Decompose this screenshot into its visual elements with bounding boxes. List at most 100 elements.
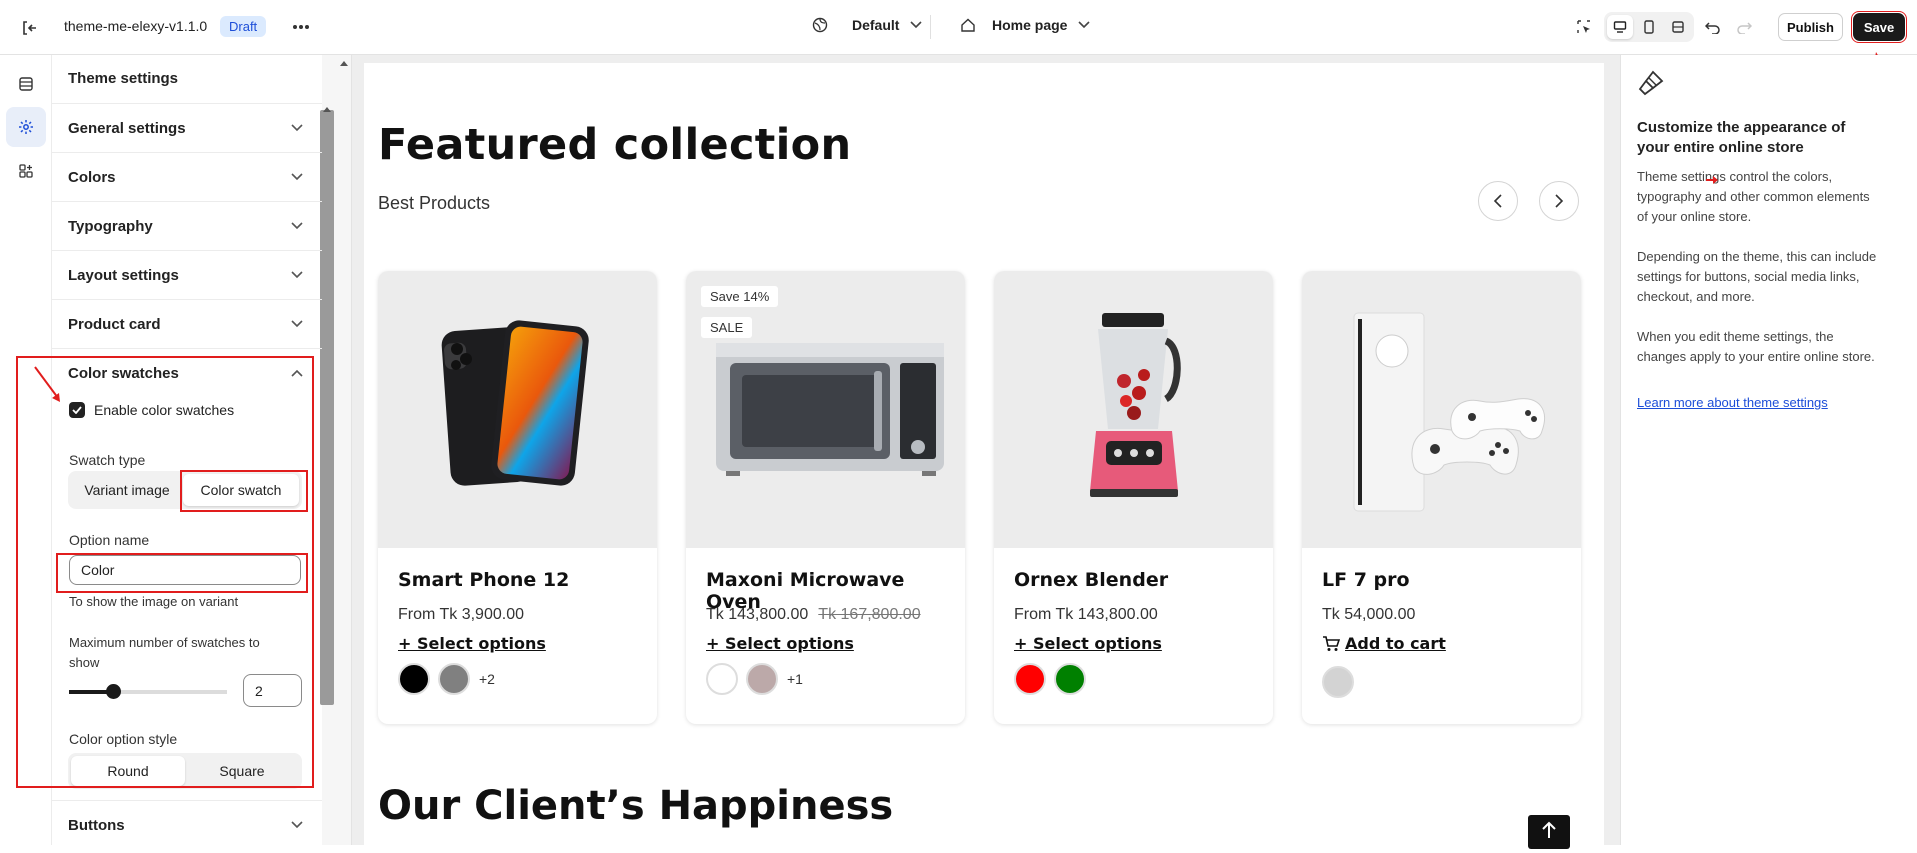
more-icon[interactable]	[290, 18, 312, 36]
undo-icon[interactable]	[1703, 17, 1723, 37]
chevron-down-icon	[909, 18, 923, 32]
annotation-box	[180, 470, 308, 512]
cart-icon	[1323, 635, 1340, 651]
product-image-console[interactable]	[1302, 271, 1581, 548]
select-options-link[interactable]: + Select options	[706, 634, 854, 653]
color-swatch-red[interactable]	[1014, 663, 1046, 695]
accordion-layout-settings[interactable]: Layout settings	[52, 250, 322, 299]
info-paragraph: Theme settings control the colors, typog…	[1637, 169, 1870, 224]
accordion-buttons[interactable]: Buttons	[52, 800, 322, 845]
select-options-link[interactable]: + Select options	[1014, 634, 1162, 653]
accordion-label: Product card	[68, 315, 161, 333]
sections-icon[interactable]	[6, 64, 46, 104]
accordion-typography[interactable]: Typography	[52, 201, 322, 250]
info-title: Customize the appearance of your entire …	[1637, 119, 1846, 156]
product-image-phone[interactable]	[378, 271, 657, 548]
page-selector[interactable]: Home page	[960, 17, 1091, 33]
product-card[interactable]: Smart Phone 12 From Tk 3,900.00 + Select…	[378, 271, 657, 724]
product-price: Tk 54,000.00	[1322, 606, 1415, 624]
sidebar-scrollbar-thumb[interactable]	[320, 110, 334, 705]
color-swatch-white[interactable]	[706, 663, 738, 695]
product-image-blender[interactable]	[994, 271, 1273, 548]
top-bar: theme-me-elexy-v1.1.0 Draft Default Home…	[0, 0, 1917, 55]
locale-label: Default	[852, 17, 900, 33]
apps-icon[interactable]	[6, 151, 46, 191]
section-title: Theme settings	[68, 70, 179, 87]
more-swatches-count: +2	[479, 671, 495, 687]
accordion-general-settings[interactable]: General settings	[52, 103, 322, 152]
add-to-cart-link[interactable]: Add to cart	[1322, 634, 1446, 653]
scroll-up-arrow[interactable]	[340, 61, 348, 66]
product-name[interactable]: LF 7 pro	[1322, 569, 1410, 591]
color-swatch-black[interactable]	[398, 663, 430, 695]
color-swatch-gray[interactable]	[438, 663, 470, 695]
theme-name: theme-me-elexy-v1.1.0	[64, 18, 208, 34]
product-name[interactable]: Smart Phone 12	[398, 569, 569, 591]
info-paragraph: When you edit theme settings, the change…	[1637, 329, 1875, 364]
chevron-down-icon	[290, 317, 304, 331]
page-label: Home page	[992, 17, 1068, 33]
inspector-icon[interactable]	[1574, 17, 1594, 37]
info-panel: Customize the appearance of your entire …	[1620, 55, 1917, 845]
exit-icon[interactable]	[18, 17, 40, 39]
accordion-label: Typography	[68, 217, 153, 235]
product-price: From Tk 143,800.00	[1014, 606, 1158, 624]
arrow-up-icon	[1542, 821, 1556, 838]
chevron-down-icon	[1077, 18, 1091, 32]
price-value: Tk 143,800.00	[706, 606, 809, 623]
next-section-heading: Our Client’s Happiness	[378, 783, 894, 829]
compare-price: Tk 167,800.00	[818, 606, 921, 623]
learn-more-link[interactable]: Learn more about theme settings	[1637, 395, 1828, 410]
carousel-next-button[interactable]	[1539, 181, 1579, 221]
locale-selector[interactable]: Default	[812, 17, 923, 33]
accordion-product-card[interactable]: Product card	[52, 299, 322, 348]
scroll-up-arrow[interactable]	[323, 107, 331, 112]
info-paragraph: Depending on the theme, this can include…	[1637, 249, 1877, 304]
chevron-right-icon	[1555, 194, 1564, 208]
chevron-down-icon	[290, 219, 304, 233]
gear-icon[interactable]	[6, 107, 46, 147]
product-card[interactable]: Ornex Blender From Tk 143,800.00 + Selec…	[994, 271, 1273, 724]
chevron-down-icon	[290, 170, 304, 184]
price-value: From Tk 3,900.00	[398, 606, 524, 623]
paintbrush-icon	[1635, 69, 1665, 99]
sale-badge: SALE	[701, 317, 753, 338]
globe-icon	[812, 17, 828, 33]
desktop-icon[interactable]	[1607, 15, 1633, 39]
full-width-icon[interactable]	[1665, 15, 1691, 39]
accordion-label: Buttons	[68, 816, 125, 834]
accordion-label: Layout settings	[68, 266, 179, 284]
add-to-cart-label: Add to cart	[1345, 634, 1446, 653]
more-swatches-count: +1	[787, 671, 803, 687]
annotation-arrow	[34, 366, 60, 402]
product-card[interactable]: LF 7 pro Tk 54,000.00 Add to cart	[1302, 271, 1581, 724]
chevron-down-icon	[290, 268, 304, 282]
product-name[interactable]: Ornex Blender	[1014, 569, 1168, 591]
product-card[interactable]: Save 14% SALE Maxoni Microwave Oven Tk 1…	[686, 271, 965, 724]
accordion-label: General settings	[68, 119, 186, 137]
product-price: Tk 143,800.00 Tk 167,800.00	[706, 606, 921, 624]
price-value: From Tk 143,800.00	[1014, 606, 1158, 623]
redo-icon[interactable]	[1734, 17, 1754, 37]
chevron-down-icon	[290, 818, 304, 832]
color-swatch-light-gray[interactable]	[1322, 666, 1354, 698]
status-badge: Draft	[220, 16, 267, 37]
select-options-link[interactable]: + Select options	[398, 634, 546, 653]
product-price: From Tk 3,900.00	[398, 606, 524, 624]
carousel-prev-button[interactable]	[1478, 181, 1518, 221]
mobile-icon[interactable]	[1636, 15, 1662, 39]
accordion-label: Colors	[68, 168, 116, 186]
product-image-microwave[interactable]	[686, 271, 965, 548]
price-value: Tk 54,000.00	[1322, 606, 1416, 623]
back-to-top-button[interactable]	[1528, 815, 1570, 849]
annotation-arrow	[1706, 176, 1718, 184]
color-swatch-green[interactable]	[1054, 663, 1086, 695]
color-swatch-rosy-brown[interactable]	[746, 663, 778, 695]
accordion-colors[interactable]: Colors	[52, 152, 322, 201]
publish-button[interactable]: Publish	[1778, 13, 1843, 41]
chevron-left-icon	[1493, 194, 1502, 208]
section-heading: Featured collection	[378, 120, 852, 170]
chevron-down-icon	[290, 121, 304, 135]
divider	[930, 15, 931, 39]
annotation-box	[56, 553, 308, 593]
